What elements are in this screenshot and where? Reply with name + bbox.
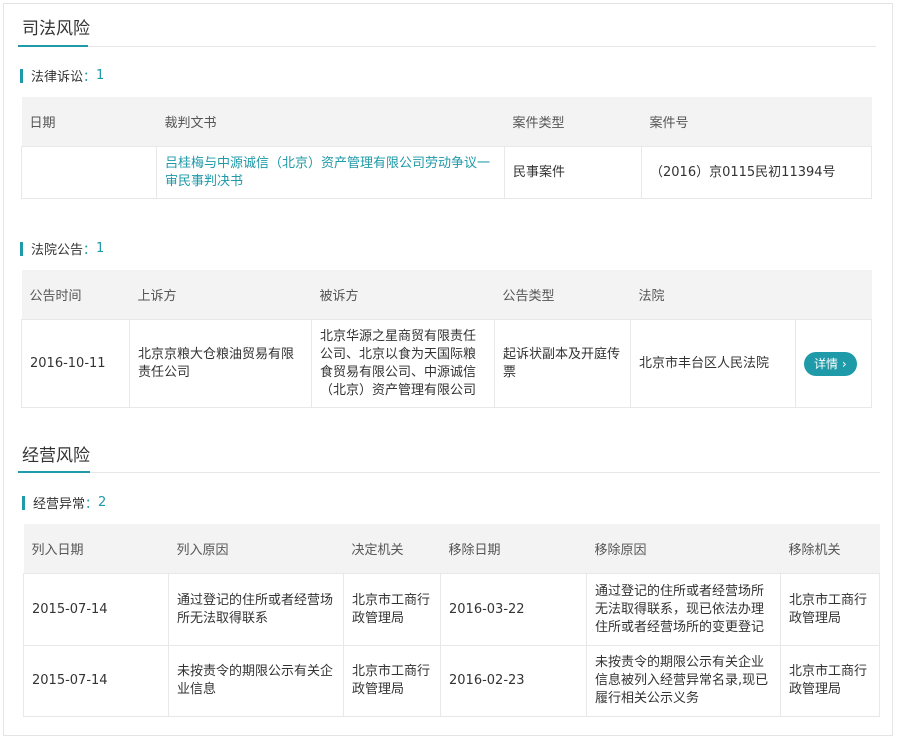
section-underline xyxy=(18,471,90,473)
subsection-label: 法律诉讼 xyxy=(31,70,84,85)
divider xyxy=(18,472,880,473)
cell-case-type: 民事案件 xyxy=(504,146,642,199)
court-notice-table: 公告时间 上诉方 被诉方 公告类型 法院 2016-10-11 北京京粮大仓粮油… xyxy=(21,270,872,408)
cell-date: 2016-10-11 xyxy=(21,319,130,408)
cell-action: 详情 › xyxy=(795,319,872,408)
column-header: 案件类型 xyxy=(504,97,642,147)
cell-authority: 北京市工商行政管理局 xyxy=(343,645,441,717)
count-separator: ： xyxy=(83,70,97,85)
cell-defendant: 北京华源之星商贸有限责任公司、北京以食为天国际粮食贸易有限公司、中源诚信（北京）… xyxy=(311,319,495,408)
column-header xyxy=(795,270,872,320)
table-row: 2015-07-14 通过登记的住所或者经营场所无法取得联系 北京市工商行政管理… xyxy=(23,573,880,646)
cell-court: 北京市丰台区人民法院 xyxy=(630,319,796,408)
cell-authority: 北京市工商行政管理局 xyxy=(343,573,441,646)
subsection-lawsuit: 法律诉讼： 1 xyxy=(20,66,104,85)
details-button[interactable]: 详情 › xyxy=(804,351,857,376)
subsection-label: 经营异常 xyxy=(33,497,86,512)
cell-in-reason: 通过登记的住所或者经营场所无法取得联系 xyxy=(168,573,344,646)
column-header: 裁判文书 xyxy=(156,97,505,147)
lawsuit-table: 日期 裁判文书 案件类型 案件号 吕桂梅与中源诚信（北京）资产管理有限公司劳动争… xyxy=(21,97,872,199)
cell-date xyxy=(21,146,157,199)
column-header: 案件号 xyxy=(641,97,872,147)
subsection-marker xyxy=(22,495,25,510)
subsection-label: 法院公告 xyxy=(31,243,84,258)
subsection-marker xyxy=(20,68,23,83)
subsection-court-notice: 法院公告： 1 xyxy=(20,239,104,258)
column-header: 列入日期 xyxy=(23,524,169,574)
section-title-judicial: 司法风险 xyxy=(22,19,90,39)
count: 1 xyxy=(96,68,105,83)
table-header-row: 列入日期 列入原因 决定机关 移除日期 移除原因 移除机关 xyxy=(23,524,880,574)
table-row: 吕桂梅与中源诚信（北京）资产管理有限公司劳动争议一审民事判决书 民事案件 （20… xyxy=(21,146,872,199)
cell-appellant: 北京京粮大仓粮油贸易有限责任公司 xyxy=(129,319,312,408)
cell-in-reason: 未按责令的期限公示有关企业信息 xyxy=(168,645,344,717)
subsection-abnormal: 经营异常： 2 xyxy=(22,493,106,512)
cell-notice-type: 起诉状副本及开庭传票 xyxy=(494,319,631,408)
column-header: 法院 xyxy=(630,270,796,320)
column-header: 移除机关 xyxy=(780,524,880,574)
table-header-row: 日期 裁判文书 案件类型 案件号 xyxy=(21,97,872,147)
cell-in-date: 2015-07-14 xyxy=(23,645,169,717)
column-header: 移除日期 xyxy=(440,524,587,574)
abnormal-table: 列入日期 列入原因 决定机关 移除日期 移除原因 移除机关 2015-07-14… xyxy=(23,524,880,717)
section-title-business: 经营风险 xyxy=(22,446,90,466)
divider xyxy=(18,46,876,47)
count-separator: ： xyxy=(83,243,97,258)
table-header-row: 公告时间 上诉方 被诉方 公告类型 法院 xyxy=(21,270,872,320)
count: 2 xyxy=(98,495,107,510)
table-row: 2016-10-11 北京京粮大仓粮油贸易有限责任公司 北京华源之星商贸有限责任… xyxy=(21,319,872,408)
count-separator: ： xyxy=(85,497,99,512)
column-header: 日期 xyxy=(21,97,157,147)
cell-out-reason: 通过登记的住所或者经营场所无法取得联系，现已依法办理住所或者经营场所的变更登记 xyxy=(586,573,781,646)
cell-out-reason: 未按责令的期限公示有关企业信息被列入经营异常名录,现已履行相关公示义务 xyxy=(586,645,781,717)
cell-out-date: 2016-03-22 xyxy=(440,573,587,646)
column-header: 移除原因 xyxy=(586,524,781,574)
count: 1 xyxy=(96,241,105,256)
column-header: 上诉方 xyxy=(129,270,312,320)
cell-out-authority: 北京市工商行政管理局 xyxy=(780,573,880,646)
subsection-marker xyxy=(20,241,23,256)
section-underline xyxy=(18,45,88,47)
cell-in-date: 2015-07-14 xyxy=(23,573,169,646)
table-row: 2015-07-14 未按责令的期限公示有关企业信息 北京市工商行政管理局 20… xyxy=(23,645,880,717)
column-header: 公告类型 xyxy=(494,270,631,320)
column-header: 决定机关 xyxy=(343,524,441,574)
column-header: 公告时间 xyxy=(21,270,130,320)
document-link[interactable]: 吕桂梅与中源诚信（北京）资产管理有限公司劳动争议一审民事判决书 xyxy=(156,146,505,199)
column-header: 列入原因 xyxy=(168,524,344,574)
column-header: 被诉方 xyxy=(311,270,495,320)
cell-case-number: （2016）京0115民初11394号 xyxy=(641,146,872,199)
cell-out-date: 2016-02-23 xyxy=(440,645,587,717)
cell-out-authority: 北京市工商行政管理局 xyxy=(780,645,880,717)
